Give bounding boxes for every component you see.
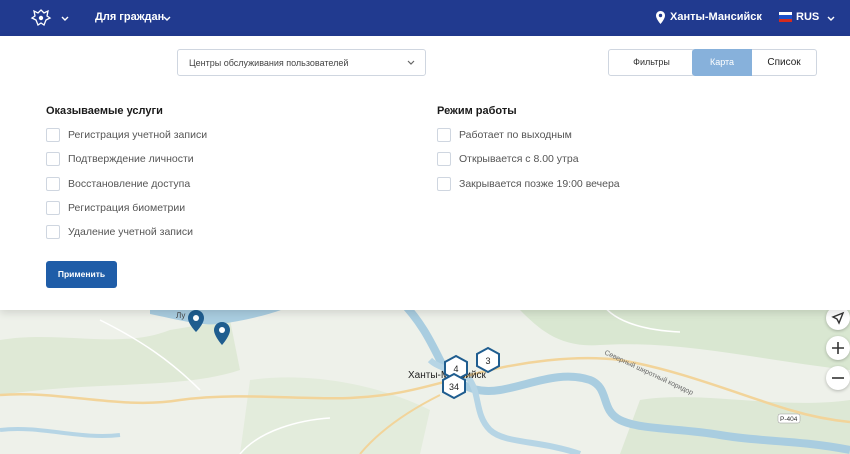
category-select[interactable]: Центры обслуживания пользователей (177, 49, 426, 76)
tab-map[interactable]: Карта (692, 49, 752, 76)
checkbox[interactable] (437, 128, 451, 142)
chevron-down-icon[interactable] (162, 14, 172, 24)
checkbox[interactable] (437, 177, 451, 191)
svg-text:34: 34 (449, 382, 459, 392)
svg-text:3: 3 (485, 356, 490, 366)
checkbox[interactable] (46, 177, 60, 191)
checkbox[interactable] (46, 201, 60, 215)
town-label: Лу (176, 311, 185, 320)
checkbox[interactable] (46, 152, 60, 166)
emblem-icon[interactable] (30, 8, 52, 28)
cluster-marker[interactable]: 3 (476, 346, 500, 374)
checkbox[interactable] (46, 128, 60, 142)
chevron-down-icon[interactable] (60, 14, 70, 24)
filters-button[interactable]: Фильтры (608, 49, 695, 76)
nav-for-citizens[interactable]: Для граждан (95, 11, 164, 23)
checkbox[interactable] (437, 152, 451, 166)
cluster-marker[interactable]: 34 (442, 372, 466, 400)
language-selector[interactable]: RUS (796, 11, 819, 23)
checkbox[interactable] (46, 225, 60, 239)
schedule-group-title: Режим работы (437, 105, 517, 117)
zoom-in-button[interactable] (826, 336, 850, 360)
russia-flag-icon (779, 12, 792, 22)
map-canvas[interactable]: Лу Ханты-Мансийск Северный широтный кори… (0, 300, 850, 454)
location-pin-icon (656, 11, 665, 24)
chevron-down-icon (407, 60, 415, 65)
map-area[interactable]: Лу Ханты-Мансийск Северный широтный кори… (0, 300, 850, 454)
zoom-out-icon (832, 377, 844, 379)
chevron-down-icon[interactable] (826, 14, 836, 24)
top-navigation-bar: Для граждан Ханты-Мансийск RUS (0, 0, 850, 36)
zoom-out-button[interactable] (826, 366, 850, 390)
services-group-title: Оказываемые услуги (46, 105, 163, 117)
apply-button[interactable]: Применить (46, 261, 117, 288)
road-label: Северный широтный коридор (603, 349, 694, 397)
zoom-in-icon (832, 342, 844, 354)
filter-panel: Центры обслуживания пользователей Фильтр… (0, 36, 850, 310)
road-badge: Р-404 (780, 416, 798, 423)
tab-list[interactable]: Список (752, 49, 817, 76)
category-select-value: Центры обслуживания пользователей (189, 58, 349, 68)
current-location[interactable]: Ханты-Мансийск (670, 11, 762, 23)
svg-text:4: 4 (453, 364, 458, 374)
